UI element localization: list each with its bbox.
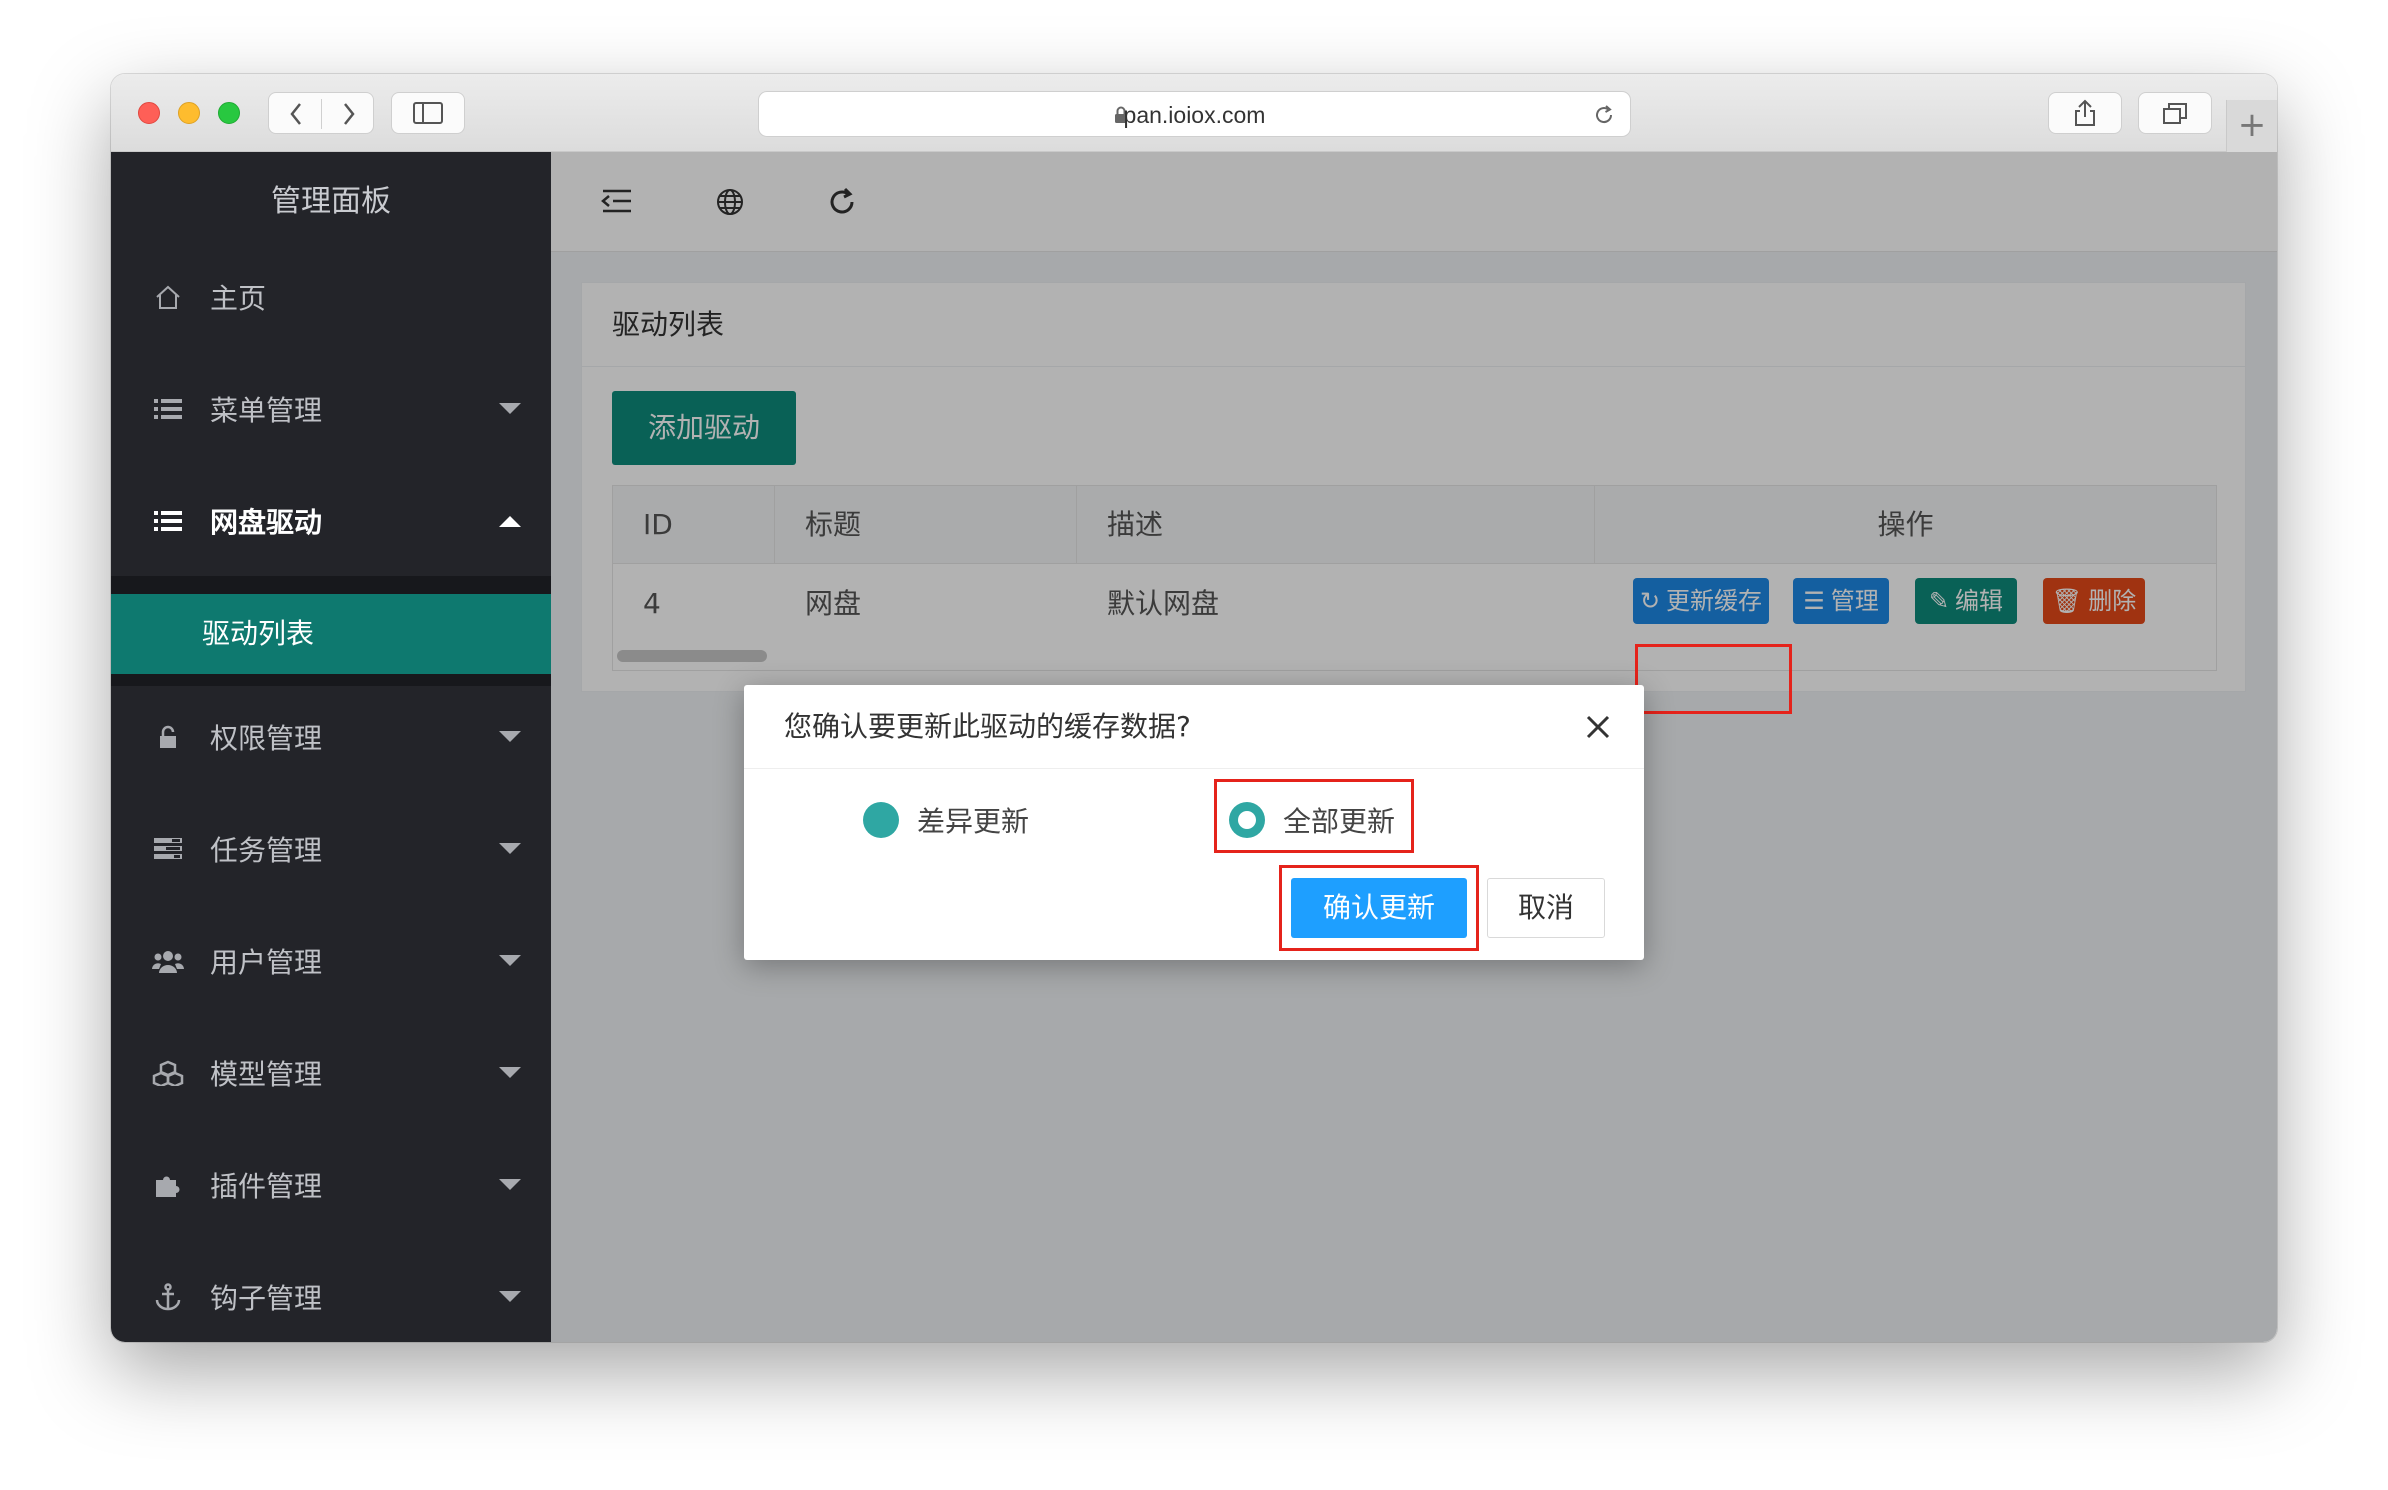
highlight-refresh-cache	[1635, 644, 1792, 714]
dialog-title: 您确认要更新此驱动的缓存数据?	[744, 685, 1644, 769]
sidebar: 管理面板 主页 菜单管理 网盘驱动 驱动列表 权限管理 任务管理 用户管理 模型…	[111, 152, 551, 1342]
sidebar-item-menu[interactable]: 菜单管理	[111, 369, 551, 449]
chevron-down-icon	[499, 731, 521, 742]
sidebar-item-tasks[interactable]: 任务管理	[111, 809, 551, 889]
sidebar-item-users[interactable]: 用户管理	[111, 921, 551, 1001]
sidebar-item-home[interactable]: 主页	[111, 257, 551, 337]
cancel-button[interactable]: 取消	[1487, 878, 1605, 938]
sidebar-item-label: 权限管理	[210, 722, 323, 755]
chevron-up-icon	[499, 516, 521, 527]
radio-label: 差异更新	[917, 805, 1030, 838]
sidebar-item-plugins[interactable]: 插件管理	[111, 1145, 551, 1225]
sidebar-item-label: 菜单管理	[210, 394, 323, 427]
radio-dot	[863, 802, 899, 838]
back-button[interactable]	[269, 93, 322, 135]
chevron-down-icon	[499, 1291, 521, 1302]
cubes-icon	[148, 1060, 188, 1086]
sidebar-icon	[413, 102, 443, 124]
chevron-down-icon	[499, 1179, 521, 1190]
puzzle-icon	[148, 1172, 188, 1198]
sidebar-item-label: 插件管理	[210, 1170, 323, 1203]
list-icon	[148, 510, 188, 532]
close-icon[interactable]	[1584, 713, 1612, 741]
sidebar-item-label: 模型管理	[210, 1058, 323, 1091]
home-icon	[148, 284, 188, 310]
chevron-right-icon	[343, 103, 355, 125]
tabs-icon	[2163, 103, 2187, 124]
minimize-window-button[interactable]	[178, 102, 200, 124]
sidebar-toggle-button[interactable]	[391, 92, 465, 134]
sidebar-title: 管理面板	[271, 184, 391, 219]
sidebar-item-label: 主页	[210, 282, 267, 315]
sidebar-item-drives[interactable]: 网盘驱动	[111, 481, 551, 561]
sidebar-item-models[interactable]: 模型管理	[111, 1033, 551, 1113]
sidebar-subitem-drive-list[interactable]: 驱动列表	[111, 594, 551, 674]
chevron-down-icon	[499, 955, 521, 966]
browser-window: pan.ioiox.com + 管理面板 主页 菜单管理 网盘驱动 驱动列表 权…	[111, 74, 2277, 1342]
sidebar-item-hooks[interactable]: 钩子管理	[111, 1257, 551, 1337]
chevron-down-icon	[499, 1067, 521, 1078]
nav-buttons	[268, 92, 374, 134]
url-text: pan.ioiox.com	[1123, 102, 1266, 128]
anchor-icon	[148, 1283, 188, 1311]
list-icon	[148, 398, 188, 420]
sidebar-item-label: 钩子管理	[210, 1282, 323, 1315]
reload-icon[interactable]	[1592, 103, 1616, 127]
chevron-down-icon	[499, 403, 521, 414]
tasks-icon	[148, 837, 188, 861]
app: 管理面板 主页 菜单管理 网盘驱动 驱动列表 权限管理 任务管理 用户管理 模型…	[111, 152, 2277, 1342]
chevron-down-icon	[499, 843, 521, 854]
confirm-dialog: 您确认要更新此驱动的缓存数据? 差异更新 全部更新 确认更新 取消	[744, 685, 1644, 960]
chevron-left-icon	[289, 103, 301, 125]
sidebar-item-permissions[interactable]: 权限管理	[111, 697, 551, 777]
new-tab-button[interactable]: +	[2226, 100, 2277, 152]
address-bar[interactable]: pan.ioiox.com	[758, 91, 1631, 137]
sidebar-item-label: 任务管理	[210, 834, 323, 867]
close-window-button[interactable]	[138, 102, 160, 124]
share-icon	[2075, 99, 2095, 126]
share-button[interactable]	[2048, 92, 2122, 134]
highlight-full-update	[1214, 779, 1414, 853]
sidebar-item-label: 用户管理	[210, 946, 323, 979]
radio-incremental-update[interactable]: 差异更新	[863, 800, 1029, 840]
browser-titlebar: pan.ioiox.com +	[111, 74, 2277, 152]
zoom-window-button[interactable]	[218, 102, 240, 124]
lock-icon	[148, 725, 188, 749]
highlight-confirm	[1279, 865, 1479, 951]
sidebar-item-label: 网盘驱动	[210, 506, 323, 539]
show-tabs-button[interactable]	[2138, 92, 2212, 134]
users-icon	[148, 949, 188, 973]
forward-button[interactable]	[322, 93, 375, 135]
